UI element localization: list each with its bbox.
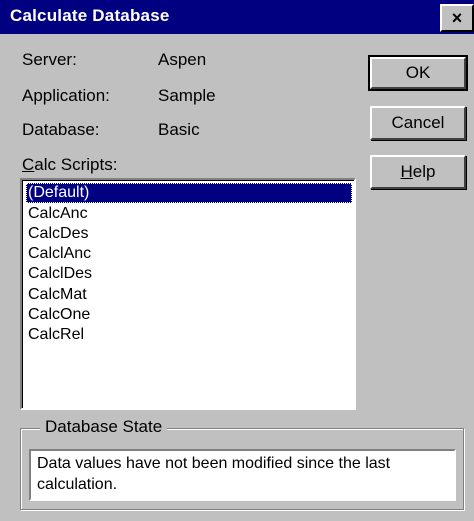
- help-label-rest: elp: [412, 162, 436, 181]
- server-label: Server:: [22, 50, 77, 69]
- list-item[interactable]: CalcDes: [26, 224, 88, 244]
- calc-scripts-list: (Default) CalcAnc CalcDes CalclAnc Calcl…: [22, 180, 354, 408]
- ok-button-label: OK: [405, 63, 431, 82]
- database-state-message: Data values have not been modified since…: [29, 449, 456, 501]
- ok-button[interactable]: OK: [368, 55, 468, 91]
- cancel-button[interactable]: Cancel: [370, 106, 466, 140]
- list-item[interactable]: CalcOne: [26, 305, 90, 325]
- calc-scripts-label-rest: alc Scripts:: [34, 155, 118, 174]
- calculate-database-dialog: Calculate Database × Server: Aspen Appli…: [0, 0, 474, 521]
- database-label: Database:: [22, 120, 100, 139]
- help-button[interactable]: Help: [370, 155, 466, 189]
- database-value: Basic: [158, 120, 200, 139]
- list-item[interactable]: CalcAnc: [26, 204, 88, 224]
- list-item[interactable]: CalcRel: [26, 325, 84, 345]
- server-value: Aspen: [158, 50, 207, 69]
- close-button[interactable]: ×: [440, 4, 474, 32]
- calc-scripts-label: Calc Scripts:: [22, 155, 117, 175]
- cancel-button-label: Cancel: [391, 113, 445, 132]
- application-value: Sample: [158, 86, 216, 105]
- application-label: Application:: [22, 86, 110, 105]
- list-item[interactable]: CalclAnc: [26, 244, 91, 264]
- close-icon: ×: [451, 7, 463, 28]
- title-bar[interactable]: Calculate Database ×: [0, 0, 474, 34]
- help-mnemonic: H: [400, 162, 413, 181]
- list-item[interactable]: (Default): [26, 183, 352, 203]
- database-state-title: Database State: [40, 417, 168, 437]
- help-button-label: Help: [401, 162, 436, 182]
- list-item[interactable]: CalcMat: [26, 285, 87, 305]
- calc-scripts-mnemonic: C: [22, 155, 35, 174]
- list-item[interactable]: CalclDes: [26, 264, 92, 284]
- calc-scripts-listbox[interactable]: (Default) CalcAnc CalcDes CalclAnc Calcl…: [20, 178, 356, 410]
- window-title: Calculate Database: [10, 6, 170, 25]
